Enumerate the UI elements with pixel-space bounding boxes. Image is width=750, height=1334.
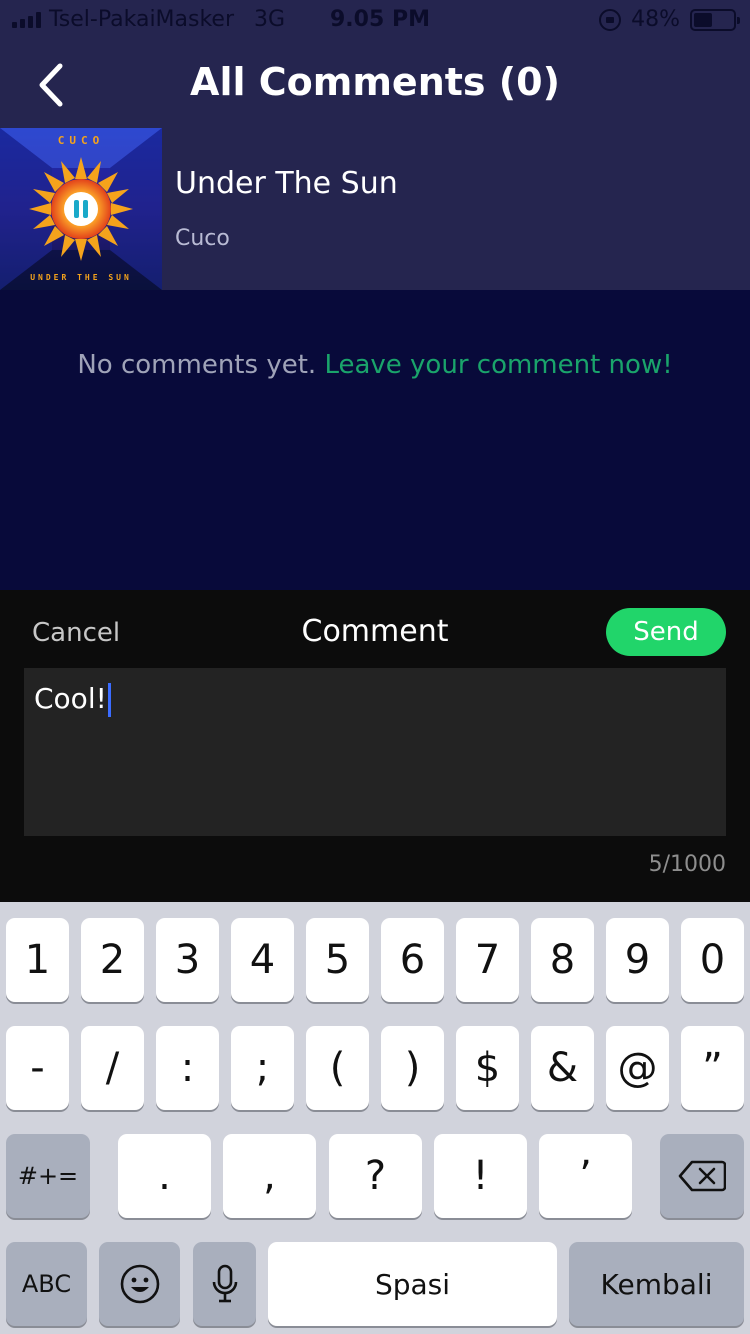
status-bar: Tsel-PakaiMasker 3G 9.05 PM 48% bbox=[0, 0, 750, 42]
key-2[interactable]: 2 bbox=[81, 918, 144, 1002]
battery-percent: 48% bbox=[631, 7, 680, 32]
battery-level bbox=[694, 12, 713, 27]
backspace-key[interactable] bbox=[660, 1134, 744, 1218]
key-apostrophe[interactable]: ’ bbox=[539, 1134, 632, 1218]
empty-state-text: No comments yet. bbox=[77, 350, 317, 380]
comment-input[interactable]: Cool! bbox=[24, 668, 726, 836]
key-more-symbols[interactable]: #+= bbox=[6, 1134, 90, 1218]
page-header: All Comments (0) bbox=[0, 42, 750, 128]
space-key[interactable]: Spasi bbox=[268, 1242, 557, 1326]
emoji-icon bbox=[120, 1264, 159, 1304]
key-ampersand[interactable]: & bbox=[531, 1026, 594, 1110]
key-1[interactable]: 1 bbox=[6, 918, 69, 1002]
key-at[interactable]: @ bbox=[606, 1026, 669, 1110]
dictation-key[interactable] bbox=[193, 1242, 256, 1326]
send-button[interactable]: Send bbox=[606, 608, 726, 656]
key-slash[interactable]: / bbox=[81, 1026, 144, 1110]
key-colon[interactable]: : bbox=[156, 1026, 219, 1110]
key-7[interactable]: 7 bbox=[456, 918, 519, 1002]
network-type: 3G bbox=[254, 7, 286, 32]
comment-panel: Cancel Comment Send Cool! 5/1000 bbox=[0, 590, 750, 902]
signal-icon bbox=[12, 11, 41, 28]
key-quote[interactable]: ” bbox=[681, 1026, 744, 1110]
key-open-paren[interactable]: ( bbox=[306, 1026, 369, 1110]
status-left: Tsel-PakaiMasker 3G bbox=[12, 7, 313, 32]
text-cursor bbox=[107, 683, 111, 717]
album-art: CUCO UNDER THE SUN bbox=[0, 128, 162, 290]
key-0[interactable]: 0 bbox=[681, 918, 744, 1002]
song-title: Under The Sun bbox=[175, 166, 398, 201]
key-5[interactable]: 5 bbox=[306, 918, 369, 1002]
key-4[interactable]: 4 bbox=[231, 918, 294, 1002]
key-abc[interactable]: ABC bbox=[6, 1242, 87, 1326]
key-3[interactable]: 3 bbox=[156, 918, 219, 1002]
key-hyphen[interactable]: - bbox=[6, 1026, 69, 1110]
album-art-bottom-text: UNDER THE SUN bbox=[30, 273, 132, 282]
page-title: All Comments (0) bbox=[190, 60, 560, 104]
carrier-name: Tsel-PakaiMasker bbox=[49, 7, 235, 32]
key-8[interactable]: 8 bbox=[531, 918, 594, 1002]
empty-state: No comments yet. Leave your comment now! bbox=[0, 350, 750, 380]
key-close-paren[interactable]: ) bbox=[381, 1026, 444, 1110]
key-question[interactable]: ? bbox=[329, 1134, 422, 1218]
song-artist: Cuco bbox=[175, 226, 230, 251]
key-exclamation[interactable]: ! bbox=[434, 1134, 527, 1218]
key-9[interactable]: 9 bbox=[606, 918, 669, 1002]
key-6[interactable]: 6 bbox=[381, 918, 444, 1002]
emoji-key[interactable] bbox=[99, 1242, 180, 1326]
character-count: 5/1000 bbox=[648, 852, 726, 877]
keyboard: 1 2 3 4 5 6 7 8 9 0 - / : ; ( ) $ & @ ” … bbox=[0, 902, 750, 1334]
key-period[interactable]: . bbox=[118, 1134, 211, 1218]
key-semicolon[interactable]: ; bbox=[231, 1026, 294, 1110]
rotation-lock-icon bbox=[599, 8, 622, 31]
backspace-icon bbox=[678, 1160, 726, 1192]
status-time: 9.05 PM bbox=[330, 7, 430, 32]
comment-input-value: Cool! bbox=[34, 682, 107, 715]
song-card[interactable]: CUCO UNDER THE SUN Under The Sun Cuco bbox=[0, 128, 750, 290]
battery-icon bbox=[690, 8, 740, 31]
leave-comment-link[interactable]: Leave your comment now! bbox=[324, 350, 672, 380]
microphone-icon bbox=[212, 1264, 237, 1303]
status-right: 48% bbox=[599, 7, 740, 32]
key-dollar[interactable]: $ bbox=[456, 1026, 519, 1110]
return-key[interactable]: Kembali bbox=[569, 1242, 744, 1326]
album-art-top-text: CUCO bbox=[58, 134, 105, 147]
key-comma[interactable]: , bbox=[223, 1134, 316, 1218]
